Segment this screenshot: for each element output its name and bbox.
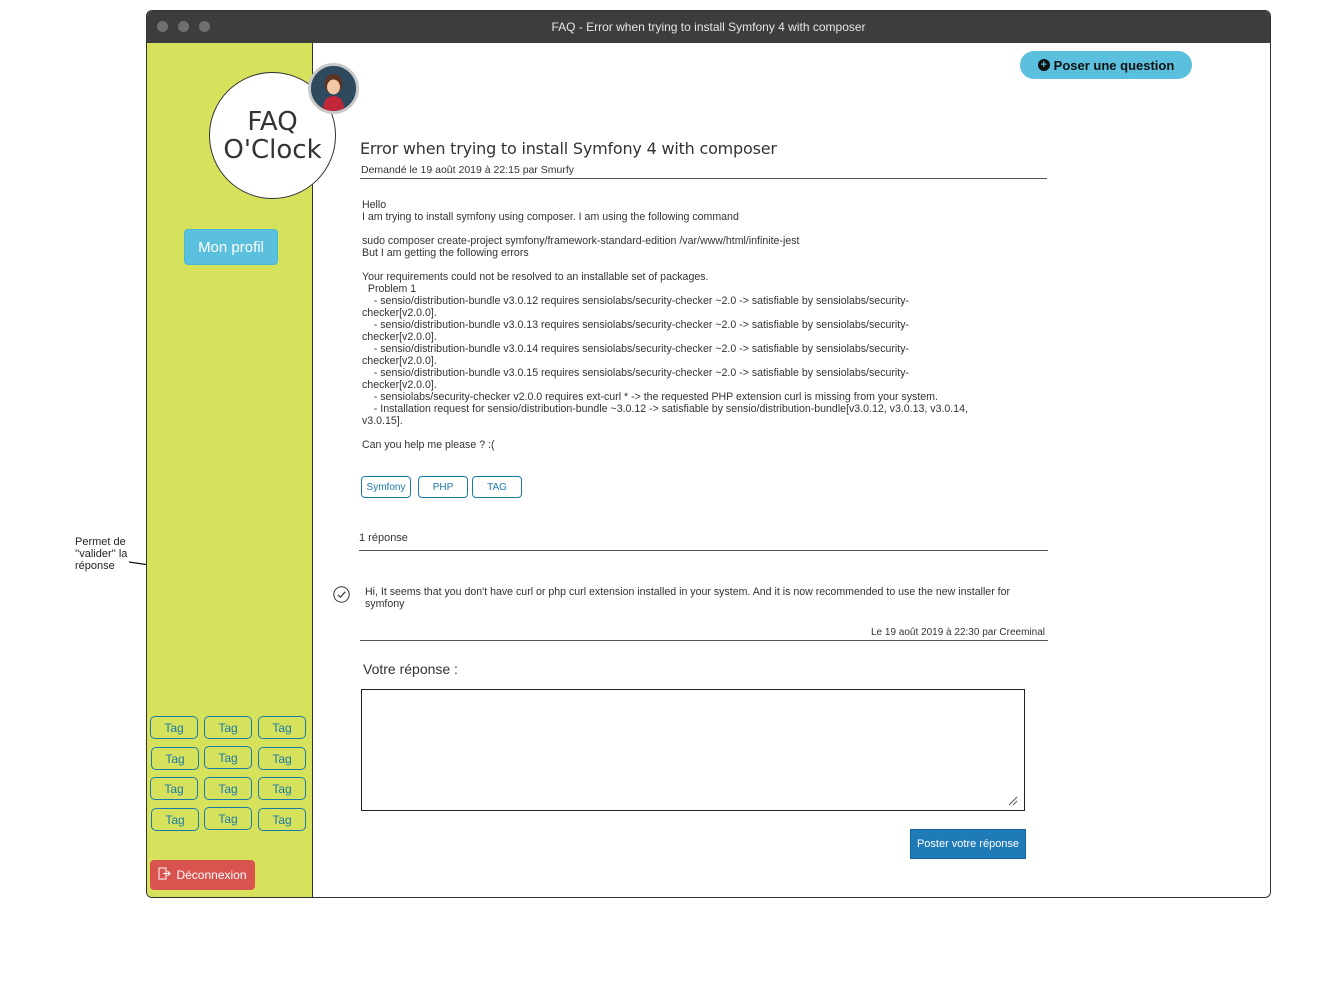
sidebar-tag[interactable]: Tag xyxy=(204,716,252,739)
reply-label: Votre réponse : xyxy=(363,661,458,677)
title-bar: FAQ - Error when trying to install Symfo… xyxy=(147,11,1270,43)
logout-label: Déconnexion xyxy=(176,868,247,882)
question-title: Error when trying to install Symfony 4 w… xyxy=(360,139,777,158)
sidebar-tag[interactable]: Tag xyxy=(204,807,252,830)
answers-count: 1 réponse xyxy=(359,532,408,544)
resize-grip-icon[interactable] xyxy=(1008,793,1018,806)
user-avatar-icon[interactable] xyxy=(308,63,359,114)
sidebar-tag[interactable]: Tag xyxy=(150,777,198,800)
sidebar-tag[interactable]: Tag xyxy=(258,777,306,800)
logo-line1: FAQ xyxy=(247,106,298,137)
question-divider xyxy=(360,178,1047,179)
question-body: Hello I am trying to install symfony usi… xyxy=(362,199,968,451)
validate-annotation: Permet de ''valider'' la réponse xyxy=(75,536,128,572)
sidebar-tag[interactable]: Tag xyxy=(258,808,306,831)
question-meta: Demandé le 19 août 2019 à 22:15 par Smur… xyxy=(361,164,575,176)
answer-text: Hi, It seems that you don't have curl or… xyxy=(365,586,1011,610)
reply-textarea[interactable] xyxy=(361,689,1025,811)
post-answer-button[interactable]: Poster votre réponse xyxy=(910,829,1026,859)
sidebar-tag[interactable]: Tag xyxy=(151,747,199,770)
sidebar-tag[interactable]: Tag xyxy=(204,746,252,769)
question-tag-php[interactable]: PHP xyxy=(418,476,468,498)
question-tag-symfony[interactable]: Symfony xyxy=(361,476,411,498)
plus-circle-icon: + xyxy=(1037,59,1050,71)
sign-out-icon xyxy=(158,867,172,883)
sidebar-tag[interactable]: Tag xyxy=(258,747,306,770)
ask-question-label: Poser une question xyxy=(1053,57,1175,73)
answers-divider xyxy=(359,550,1048,551)
logout-button[interactable]: Déconnexion xyxy=(150,860,255,890)
browser-window: FAQ - Error when trying to install Symfo… xyxy=(146,10,1271,898)
ask-question-button[interactable]: + Poser une question xyxy=(1020,51,1192,79)
answer-divider xyxy=(360,640,1048,641)
window-title: FAQ - Error when trying to install Symfo… xyxy=(551,20,866,34)
my-profile-button[interactable]: Mon profil xyxy=(184,229,278,265)
sidebar-tag[interactable]: Tag xyxy=(150,716,198,739)
sidebar-tag[interactable]: Tag xyxy=(258,716,306,739)
sidebar-tag[interactable]: Tag xyxy=(204,777,252,800)
answer-meta: Le 19 août 2019 à 22:30 par Creeminal xyxy=(870,627,1045,638)
check-circle-icon[interactable] xyxy=(333,586,350,603)
sidebar-tag[interactable]: Tag xyxy=(151,808,199,831)
question-tag-tag[interactable]: TAG xyxy=(472,476,522,498)
sidebar: FAQ O'Clock Mon profil Tag Tag Tag Tag T… xyxy=(147,43,359,897)
logo-line2: O'Clock xyxy=(223,134,322,165)
